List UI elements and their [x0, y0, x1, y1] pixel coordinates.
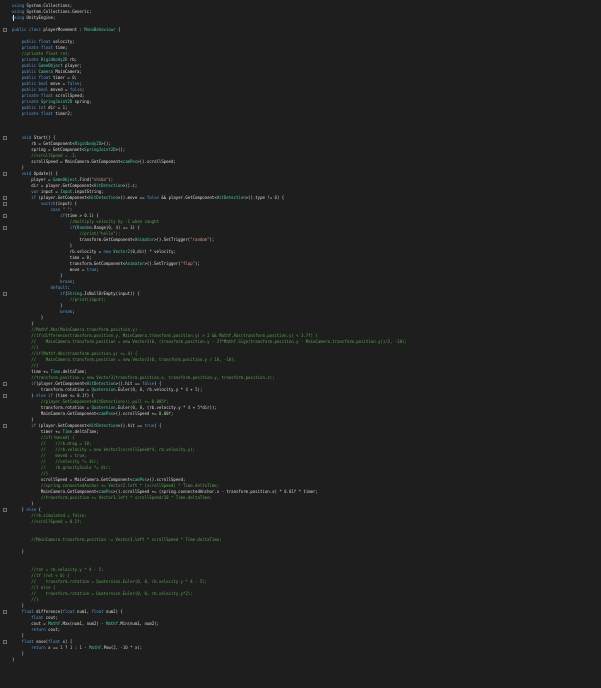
code-line[interactable]: return x == 1 ? 1 : 1 - Mathf.Pow(2, -10…	[12, 645, 142, 651]
fold-toggle-icon[interactable]: -	[3, 202, 7, 206]
fold-toggle-icon[interactable]: -	[3, 640, 7, 644]
code-line[interactable]: // MainCamera.transform.position = new V…	[12, 357, 236, 363]
fold-toggle-icon[interactable]: -	[3, 172, 7, 176]
code-line[interactable]: MainCamera.GetComponent<camPos>().scroll…	[12, 411, 174, 417]
fold-toggle-icon[interactable]: -	[3, 136, 7, 140]
text-caret	[13, 15, 14, 21]
code-line[interactable]: scrollSpeed = MainCamera.GetComponent<ca…	[12, 159, 176, 165]
fold-toggle-icon[interactable]: -	[3, 394, 7, 398]
fold-toggle-icon[interactable]: -	[3, 610, 7, 614]
code-line[interactable]: private float timer2;	[12, 111, 73, 117]
code-line[interactable]: //MainCamera.transform.position -= Vecto…	[12, 537, 221, 543]
editor-gutter: - - - - - - - - - - - - - -	[0, 0, 12, 688]
fold-toggle-icon[interactable]: -	[3, 214, 7, 218]
code-line[interactable]: }	[12, 549, 24, 555]
code-editor[interactable]: - - - - - - - - - - - - - - using System.Collections;…	[0, 0, 601, 688]
code-line[interactable]: using UnityEngine;	[12, 15, 55, 21]
fold-toggle-icon[interactable]: -	[3, 28, 7, 32]
fold-toggle-icon[interactable]: -	[3, 382, 7, 386]
code-line[interactable]: }	[12, 657, 14, 663]
fold-toggle-icon[interactable]: -	[3, 424, 7, 428]
code-line[interactable]: public class playerMovement : MonoBehavi…	[12, 27, 120, 33]
code-line[interactable]: //scrollSpeed = 0.1f;	[12, 519, 82, 525]
code-area[interactable]: using System.Collections; using System.Co…	[12, 3, 597, 683]
fold-toggle-icon[interactable]: -	[3, 226, 7, 230]
fold-toggle-icon[interactable]: -	[3, 196, 7, 200]
code-line[interactable]: // MainCamera.transform.position = new V…	[12, 339, 407, 345]
fold-toggle-icon[interactable]: -	[3, 292, 7, 296]
fold-toggle-icon[interactable]: -	[3, 508, 7, 512]
code-line[interactable]: //transform.position += Vector3.left * s…	[12, 495, 212, 501]
code-line[interactable]: // transform.rotation = Quaternion.Euler…	[12, 591, 192, 597]
